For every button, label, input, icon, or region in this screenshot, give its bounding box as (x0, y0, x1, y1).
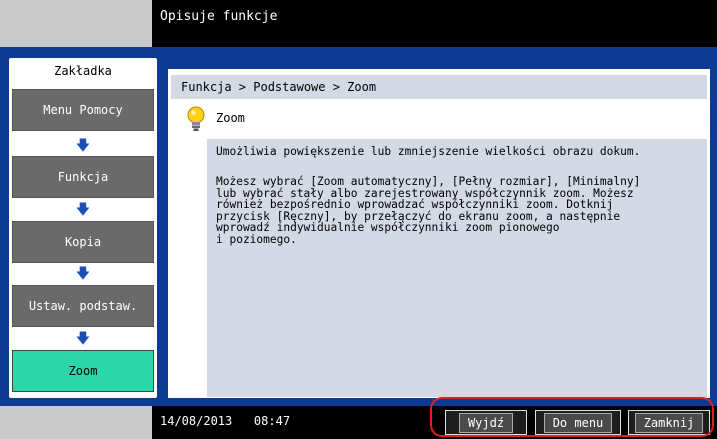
sidebar-title: Zakładka (54, 64, 112, 78)
lightbulb-icon (187, 106, 205, 131)
date-time: 14/08/2013 08:47 (160, 414, 291, 428)
screen-title: Opisuje funkcje (160, 9, 278, 24)
description-paragraph: Umożliwia powiększenie lub zmniejszenie … (216, 145, 641, 158)
highlight-outline (430, 397, 714, 437)
breadcrumb: Funkcja > Podstawowe > Zoom (181, 80, 377, 94)
arrow-down-icon: 🡇 (75, 331, 91, 347)
arrow-down-icon: 🡇 (75, 202, 91, 218)
description-paragraph: Możesz wybrać [Zoom automatyczny], [Pełn… (216, 175, 641, 246)
arrow-down-icon: 🡇 (75, 266, 91, 282)
top-left-panel (0, 0, 152, 47)
nav-button-zoom[interactable]: Zoom (12, 350, 154, 392)
nav-button-help-menu[interactable]: Menu Pomocy (12, 89, 154, 131)
arrow-down-icon: 🡇 (75, 138, 91, 154)
nav-button-basic-settings[interactable]: Ustaw. podstaw. (12, 285, 154, 327)
bottom-left-panel (0, 406, 152, 439)
nav-button-function[interactable]: Funkcja (12, 156, 154, 198)
nav-button-copy[interactable]: Kopia (12, 221, 154, 263)
title-bar: Opisuje funkcje (152, 0, 717, 47)
section-heading: Zoom (216, 111, 245, 125)
